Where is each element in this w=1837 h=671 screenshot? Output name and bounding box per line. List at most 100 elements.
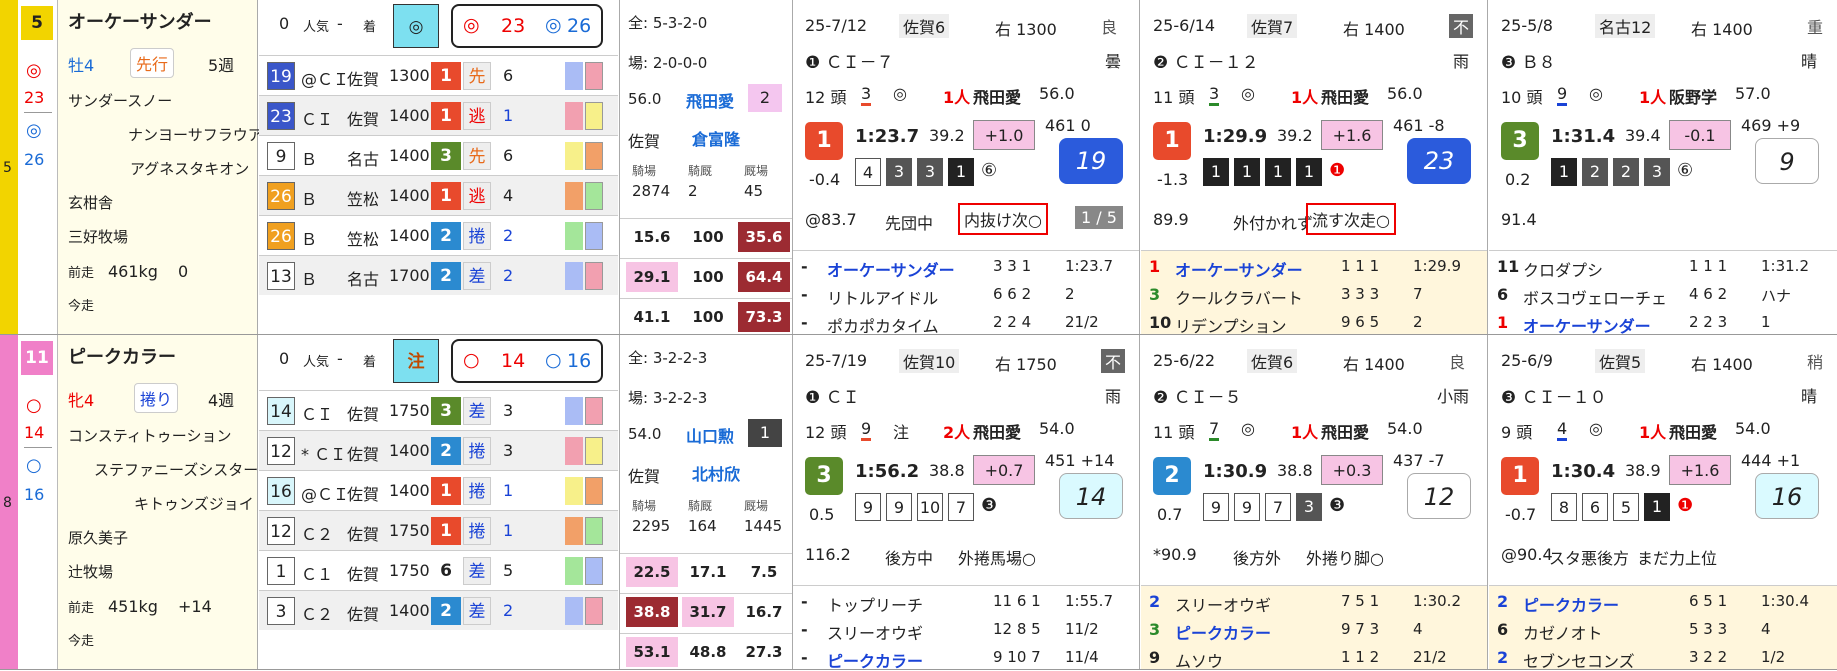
field-size: 11 頭: [1153, 423, 1195, 442]
odds-mark2: ○: [545, 349, 562, 371]
past-bar-b: [585, 437, 603, 465]
past-track: 名古: [347, 270, 380, 289]
result-horse[interactable]: トップリーチ: [827, 592, 923, 616]
result-order: 11: [1497, 257, 1520, 276]
result-order: 3: [1149, 285, 1161, 304]
race-note2: 外捲り脚○: [1306, 549, 1384, 568]
past-bar-b: [585, 142, 603, 170]
past-bar-a: [565, 437, 583, 465]
result-horse[interactable]: クロダプシ: [1523, 257, 1603, 281]
popularity-zero: 0: [279, 14, 290, 33]
past-result-row[interactable]: 26 Ｂ 笠松 1400 1 逃 4: [259, 175, 618, 215]
past-field: 3: [503, 401, 514, 420]
jockey-badge: 2: [748, 84, 782, 112]
result-horse[interactable]: ピークカラー: [1523, 592, 1619, 616]
record-course: 場: 3-2-2-3: [628, 389, 708, 407]
result-horse[interactable]: リデンプション: [1175, 313, 1287, 337]
result-horse[interactable]: ボスコヴェローチェ: [1523, 285, 1667, 309]
race-pace: 89.9: [1153, 210, 1189, 229]
result-horse[interactable]: オーケーサンダー: [827, 257, 955, 281]
past-result-row[interactable]: 1 Ｃ１ 佐賀 1750 6 差 5: [259, 550, 618, 590]
past-result-row[interactable]: 26 Ｂ 笠松 1400 2 捲 2: [259, 215, 618, 255]
stat-cell: 100: [682, 302, 734, 332]
result-horse[interactable]: ムソウ: [1175, 648, 1223, 671]
result-passing: 9 10 7: [993, 648, 1041, 666]
trainer-name[interactable]: 倉富隆: [692, 126, 740, 150]
result-horse[interactable]: ピークカラー: [827, 648, 923, 671]
horse-name[interactable]: オーケーサンダー: [68, 8, 212, 34]
result-horse[interactable]: スリーオウギ: [1175, 592, 1271, 616]
past-result-row[interactable]: 12 Ｃ２ 佐賀 1750 1 捲 1: [259, 510, 618, 550]
result-horse[interactable]: ピークカラー: [1175, 620, 1271, 644]
past-result-row[interactable]: 19 @ＣＩ 佐賀 1300 1 先 6: [259, 55, 618, 95]
race-popularity: 1人: [1639, 88, 1667, 107]
race-distance: 右 1300: [995, 20, 1057, 39]
past-race[interactable]: 25-6/22 佐賀6 右 1400 良小雨 ❷ ＣＩ－５ 11 頭 7 ◎ 1人 飛田愛 54.0…: [1141, 335, 1488, 671]
breeder-name: 三好牧場: [68, 228, 129, 246]
race-pace: 116.2: [805, 545, 851, 564]
past-race[interactable]: 25-6/14 佐賀7 右 1400 不雨 ❷ ＣＩ－１２ 11 頭 3 ◎ 1人 飛田愛 56.0…: [1141, 0, 1488, 337]
horse-row[interactable]: 5 5 ◎ 23 ◎ 26 オーケーサンダー 牡4 先行 5週 サンダースノー ナンヨーサフラウア アグ…: [0, 0, 1837, 337]
sire-name: サンダースノー: [68, 92, 173, 110]
past-result-row[interactable]: 12 * ＣＩ 佐賀 1400 2 捲 3: [259, 430, 618, 470]
past-distance: 1750: [389, 521, 430, 540]
mark-bottom: ○: [26, 455, 42, 476]
result-horse[interactable]: ポカポカタイム: [827, 313, 939, 337]
result-order: 9: [1149, 648, 1161, 667]
race-class: ❸ Ｂ８: [1501, 53, 1556, 73]
past-race[interactable]: 25-7/19 佐賀10 右 1750 不雨 ❶ ＣＩ 12 頭 9 注 2人 飛田愛 54.0 3 1…: [793, 335, 1140, 671]
race-diff: +0.7: [973, 455, 1035, 485]
trainer-name[interactable]: 北村欣: [692, 461, 740, 485]
race-note2: 流す次走○: [1306, 203, 1396, 235]
race-results: 2 スリーオウギ 7 5 1 1:30.2 3 ピークカラー 9 7 3 4 9 ムソウ 1 1 2…: [1141, 585, 1487, 671]
jockey-name[interactable]: 山口勲: [686, 423, 734, 447]
track-condition: 良: [1449, 353, 1466, 372]
past-result-row[interactable]: 23 ＣＩ 佐賀 1400 1 逃 1: [259, 95, 618, 135]
race-jockey: 飛田愛: [1321, 423, 1370, 442]
past-style: 差: [463, 597, 491, 625]
past-class: ＣＩ: [301, 405, 334, 424]
race-last: 38.9: [1625, 461, 1661, 480]
jockey-badge: 1: [748, 419, 782, 447]
past-result-row[interactable]: 16 @ＣＩ 佐賀 1400 1 捲 1: [259, 470, 618, 510]
result-margin: ハナ: [1761, 287, 1792, 305]
result-margin: 2: [1413, 313, 1423, 331]
jockey-name[interactable]: 飛田愛: [686, 88, 734, 112]
horse-row[interactable]: 8 11 ○ 14 ○ 16 ピークカラー 牝4 捲り 4週 コンスティトゥーション ステファニーズシ…: [0, 335, 1837, 671]
result-horse[interactable]: セブンセコンズ: [1523, 648, 1635, 671]
past-result-row[interactable]: 13 Ｂ 名古 1700 2 差 2: [259, 255, 618, 295]
past-result-row[interactable]: 14 ＣＩ 佐賀 1750 3 差 3: [259, 390, 618, 430]
stat-cell: 64.4: [738, 262, 790, 292]
race-diff: +0.3: [1321, 455, 1383, 485]
result-margin: 11/4: [1065, 648, 1099, 666]
past-field: 3: [503, 441, 514, 460]
race-track: 佐賀6: [899, 14, 950, 38]
weather: 小雨: [1437, 387, 1470, 406]
past-bar-b: [585, 597, 603, 625]
race-mark: ◎: [1589, 419, 1603, 438]
result-horse[interactable]: スリーオウギ: [827, 620, 923, 644]
passing-position: 5: [1613, 493, 1639, 521]
past-result-row[interactable]: 9 Ｂ 名古 1400 3 先 6: [259, 135, 618, 175]
stat-cell: 100: [682, 262, 734, 292]
passing-position: 9: [1203, 493, 1229, 521]
race-index: 14: [1059, 473, 1123, 519]
result-horse[interactable]: リトルアイドル: [827, 285, 938, 309]
past-race[interactable]: 25-6/9 佐賀5 右 1400 稍晴 ❸ ＣＩ－１０ 9 頭 4 ◎ 1人 飛田愛 54.0 1 1…: [1489, 335, 1837, 671]
past-race[interactable]: 25-7/12 佐賀6 右 1300 良曇 ❶ ＣＩ－７ 12 頭 3 ◎ 1人 飛田愛 56.0 1…: [793, 0, 1140, 337]
past-style: 捲: [463, 437, 491, 465]
owner-name: 玄柑舎: [68, 194, 114, 212]
interval: 5週: [208, 56, 235, 75]
past-race[interactable]: 25-5/8 名古12 右 1400 重晴 ❸ Ｂ８ 10 頭 9 ◎ 1人 阪野学 57.0 3 1:…: [1489, 0, 1837, 337]
result-horse[interactable]: オーケーサンダー: [1175, 257, 1303, 281]
result-order: 1: [1497, 313, 1509, 332]
past-finish: 2: [431, 597, 461, 625]
horse-name[interactable]: ピークカラー: [68, 343, 176, 369]
past-result-row[interactable]: 3 Ｃ２ 佐賀 1400 2 差 2: [259, 590, 618, 630]
stat-cell: 15.6: [626, 222, 678, 252]
horse-info: ピークカラー 牝4 捲り 4週 コンスティトゥーション ステファニーズシスター キトゥンズジ…: [58, 335, 258, 669]
result-horse[interactable]: クールクラバート: [1175, 285, 1303, 309]
result-horse[interactable]: オーケーサンダー: [1523, 313, 1651, 337]
result-horse[interactable]: カゼノオト: [1523, 620, 1603, 644]
past-field: 6: [503, 66, 514, 85]
